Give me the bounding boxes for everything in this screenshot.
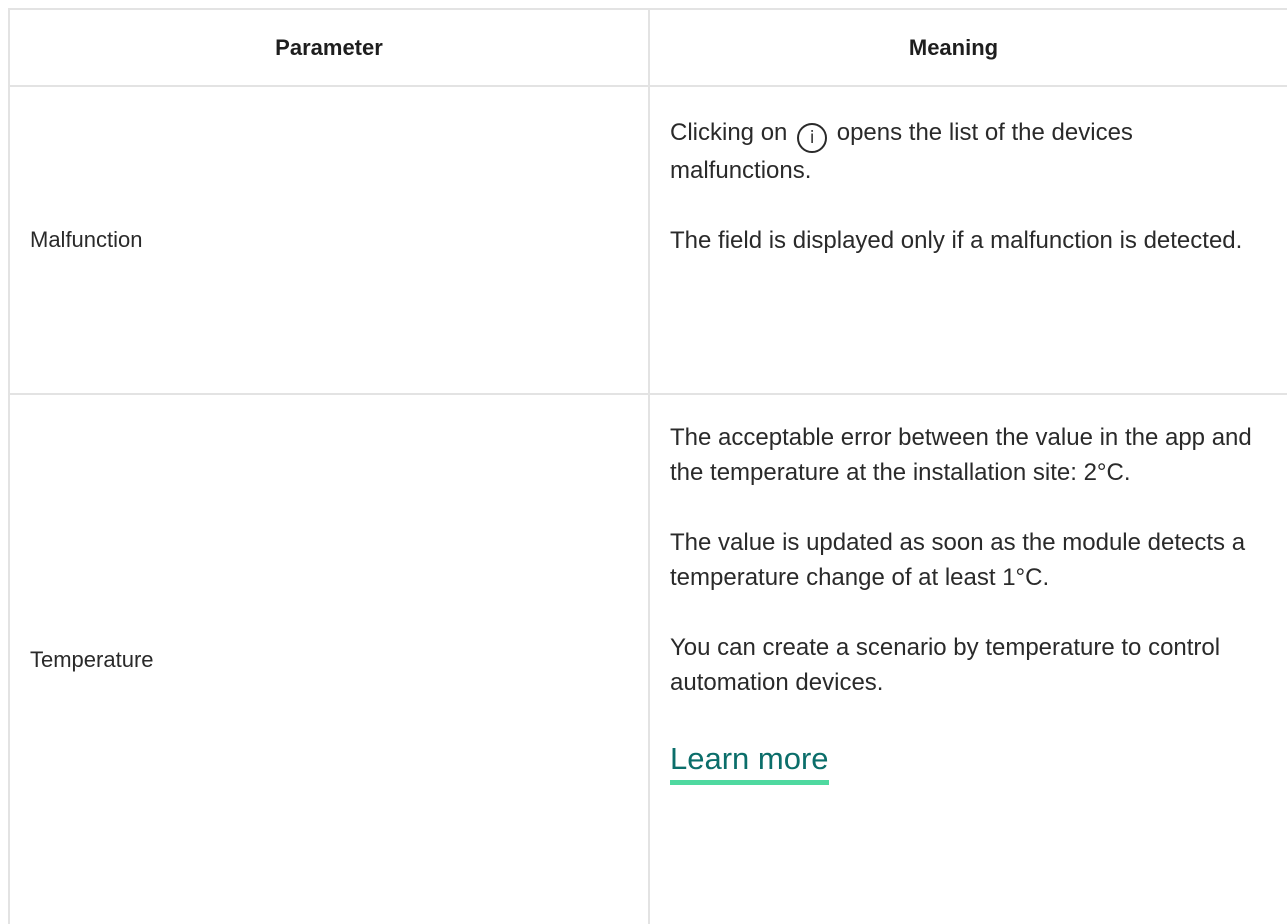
parameters-table: Parameter Meaning Malfunction Clicking o… <box>8 8 1287 924</box>
table-row-malfunction: Malfunction Clicking on i opens the list… <box>8 87 1287 395</box>
header-meaning: Meaning <box>908 35 999 60</box>
malfunction-p1-before: Clicking on <box>670 119 788 146</box>
table-row-temperature: Temperature The acceptable error between… <box>8 395 1287 924</box>
parameter-cell-malfunction: Malfunction <box>8 87 650 393</box>
info-icon: i <box>797 123 828 153</box>
malfunction-paragraph-2: The field is displayed only if a malfunc… <box>670 227 1243 254</box>
malfunction-paragraph-1: Clicking on i opens the list of the devi… <box>670 115 1257 188</box>
temperature-paragraph-2: The value is updated as soon as the modu… <box>670 529 1246 591</box>
temperature-paragraph-3: You can create a scenario by temperature… <box>670 634 1221 696</box>
learn-more-link[interactable]: Learn more <box>670 740 829 785</box>
table-header-row: Parameter Meaning <box>8 8 1287 87</box>
parameter-cell-temperature: Temperature <box>8 395 650 924</box>
header-parameter: Parameter <box>8 10 650 85</box>
temperature-paragraph-1: The acceptable error between the value i… <box>670 424 1252 486</box>
meaning-cell-temperature: The acceptable error between the value i… <box>650 395 1287 924</box>
meaning-cell-malfunction: Clicking on i opens the list of the devi… <box>650 87 1287 393</box>
